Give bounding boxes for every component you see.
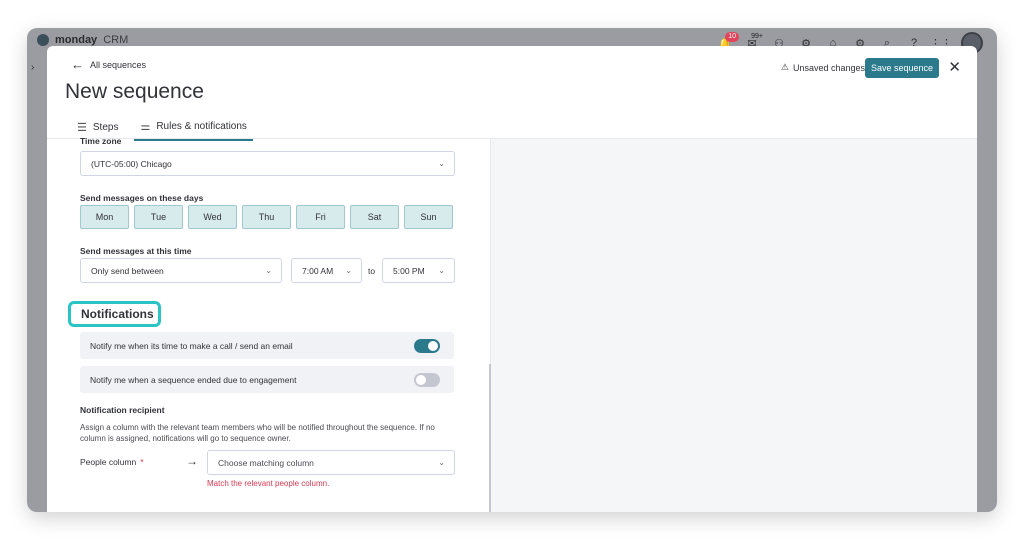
day-fri[interactable]: Fri [296,205,345,229]
arrow-right-icon: → [186,454,198,468]
chevron-down-icon: ⌄ [438,266,445,275]
day-sun[interactable]: Sun [404,205,453,229]
warning-icon: ⚠ [780,62,789,72]
inbox-badge: 99+ [751,33,763,40]
day-sat[interactable]: Sat [350,205,399,229]
time-from-select[interactable]: 7:00 AM ⌄ [291,258,362,283]
time-mode-select[interactable]: Only send between ⌄ [80,258,282,283]
tab-steps-label: Steps [92,122,119,133]
time-mode-value: Only send between [91,265,164,276]
tab-rules-label: Rules & notifications [156,121,247,132]
notify-call-email-label: Notify me when its time to make a call /… [90,340,293,351]
toggle-knob [428,341,438,351]
chevron-down-icon: ⌄ [438,159,445,168]
chevron-down-icon: ⌄ [345,266,352,275]
required-mark: * [140,457,144,467]
day-thu[interactable]: Thu [242,205,291,229]
people-column-select[interactable]: Choose matching column ⌄ [207,450,455,475]
recipient-label: Notification recipient [80,405,165,415]
notifications-badge: 10 [725,32,739,42]
page-title: New sequence [65,80,204,103]
people-column-placeholder: Choose matching column [218,457,314,468]
brand-name: monday [55,34,98,46]
timezone-select[interactable]: (UTC-05:00) Chicago ⌄ [80,151,455,176]
notifications-heading: Notifications [68,301,161,327]
unsaved-label: Unsaved changes [792,62,865,73]
chevron-down-icon: ⌄ [438,458,445,467]
back-link[interactable]: ← All sequences [71,57,147,72]
chevron-right-icon[interactable]: › [31,62,34,73]
time-to-select[interactable]: 5:00 PM ⌄ [382,258,455,283]
people-column-text: People column [80,457,137,467]
people-column-label: People column * [80,457,144,467]
notify-call-email-toggle[interactable] [414,339,440,353]
chevron-down-icon: ⌄ [265,266,272,275]
timezone-label: Time zone [80,136,122,144]
brand-suffix: CRM [103,34,129,46]
monday-logo-icon [37,34,49,46]
notify-call-email-row: Notify me when its time to make a call /… [80,332,454,359]
days-selector: Mon Tue Wed Thu Fri Sat Sun [80,205,453,229]
back-label: All sequences [90,60,147,70]
preview-pane [490,139,977,512]
scrollbar[interactable] [489,364,491,512]
time-from-value: 7:00 AM [302,265,334,276]
days-label: Send messages on these days [80,193,204,203]
day-wed[interactable]: Wed [188,205,237,229]
arrow-left-icon: ← [71,57,84,72]
error-message: Match the relevant people column. [207,479,330,488]
unsaved-indicator: ⚠ Unsaved changes [781,62,865,73]
notify-engagement-row: Notify me when a sequence ended due to e… [80,366,454,393]
day-tue[interactable]: Tue [134,205,183,229]
list-icon: ☰ [77,122,87,134]
recipient-description: Assign a column with the relevant team m… [80,423,435,443]
notify-engagement-label: Notify me when a sequence ended due to e… [90,374,297,385]
timezone-value: (UTC-05:00) Chicago [91,158,172,169]
day-mon[interactable]: Mon [80,205,129,229]
sequence-modal: ← All sequences New sequence ⚠ Unsaved c… [47,46,977,512]
save-sequence-button[interactable]: Save sequence [864,58,939,78]
close-icon[interactable]: ✕ [948,58,961,78]
toggle-knob [416,375,426,385]
time-label: Send messages at this time [80,246,192,256]
notify-engagement-toggle[interactable] [414,373,440,387]
brand-logo[interactable]: monday CRM [37,34,128,46]
to-label: to [368,266,376,276]
time-to-value: 5:00 PM [393,265,425,276]
sliders-icon: ⚌ [140,121,151,133]
